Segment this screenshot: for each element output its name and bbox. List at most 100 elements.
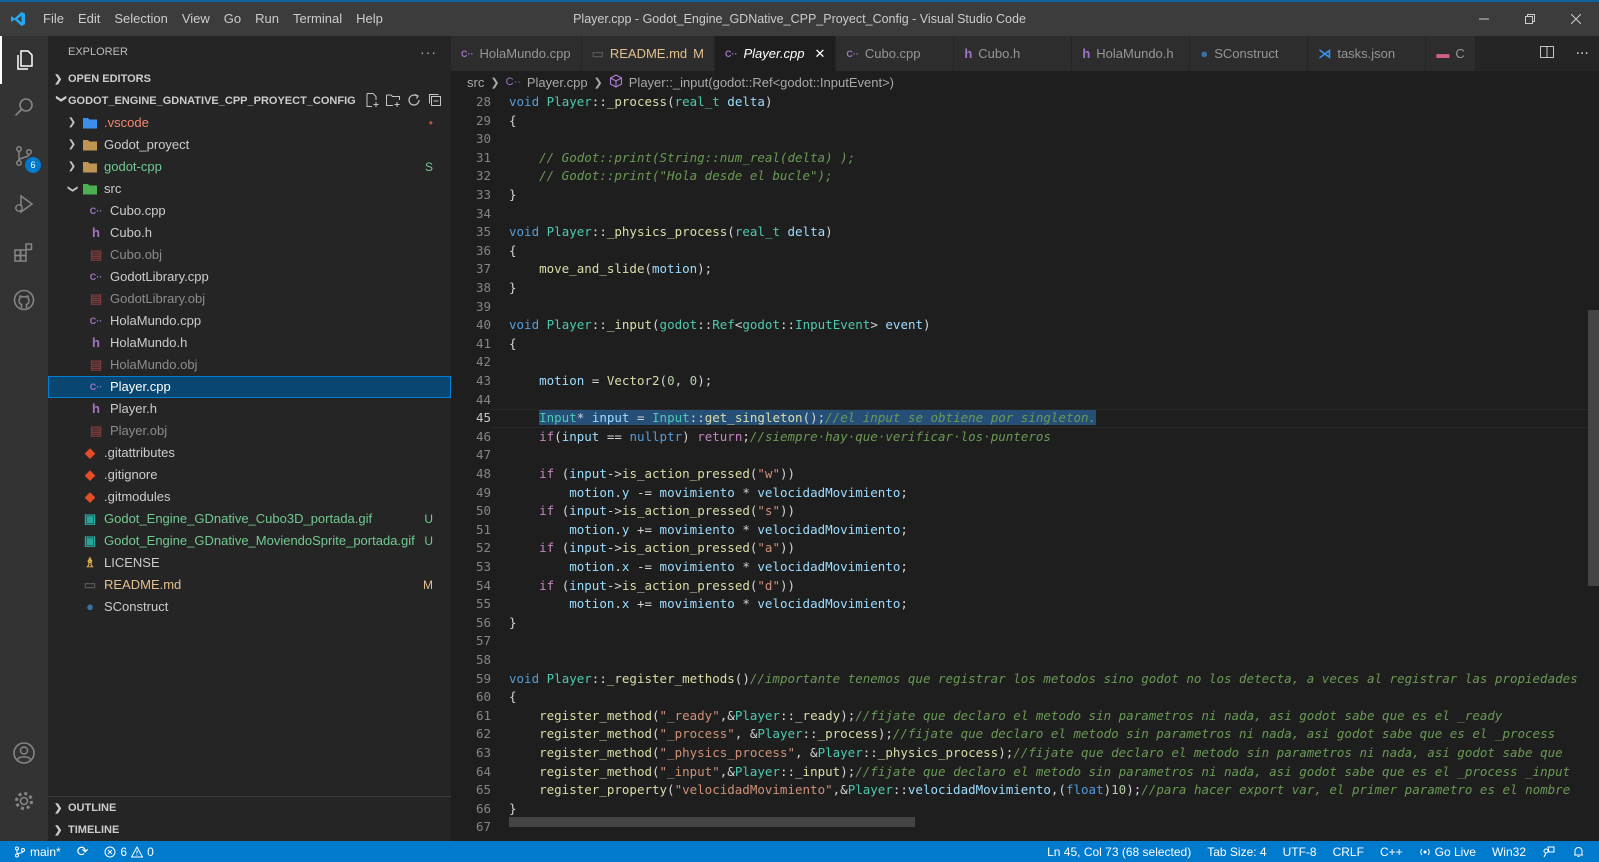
breadcrumb-file[interactable]: Player.cpp — [527, 75, 588, 90]
tree-item[interactable]: h Cubo.h — [48, 222, 451, 244]
encoding[interactable]: UTF-8 — [1275, 841, 1325, 862]
code-text: Input* input = Input::get_singleton();//… — [509, 409, 1097, 428]
code-token: motion — [569, 559, 615, 574]
run-debug-icon[interactable] — [0, 180, 48, 228]
tree-item[interactable]: ▣ Godot_Engine_GDnative_Cubo3D_portada.gi… — [48, 508, 451, 530]
code-text: } — [509, 614, 517, 633]
tree-item[interactable]: ♗ LICENSE — [48, 552, 451, 574]
code-line: 66} — [451, 800, 1599, 819]
tab-size[interactable]: Tab Size: 4 — [1199, 841, 1274, 862]
minimize-button[interactable] — [1461, 2, 1507, 36]
menu-terminal[interactable]: Terminal — [286, 2, 349, 36]
menu-run[interactable]: Run — [248, 2, 286, 36]
source-control-icon[interactable]: 6 — [0, 132, 48, 180]
tree-item[interactable]: ▤ HolaMundo.obj — [48, 354, 451, 376]
tree-item[interactable]: ● SConstruct — [48, 596, 451, 618]
close-window-button[interactable] — [1553, 2, 1599, 36]
more-actions-icon[interactable]: ··· — [1575, 46, 1588, 62]
new-file-icon[interactable] — [364, 92, 380, 111]
tree-item[interactable]: ▤ Cubo.obj — [48, 244, 451, 266]
gear-icon[interactable] — [0, 777, 48, 825]
refresh-icon[interactable] — [406, 92, 422, 111]
vertical-scrollbar[interactable] — [1587, 93, 1599, 841]
tree-item[interactable]: ▣ Godot_Engine_GDnative_MoviendoSprite_po… — [48, 530, 451, 552]
tree-item[interactable]: C·· Player.cpp — [48, 376, 451, 398]
split-editor-icon[interactable] — [1539, 44, 1555, 64]
line-number: 35 — [475, 224, 491, 240]
horizontal-scrollbar[interactable] — [509, 817, 915, 827]
menu-go[interactable]: Go — [217, 2, 248, 36]
cursor-position[interactable]: Ln 45, Col 73 (68 selected) — [1039, 841, 1199, 862]
timeline-section[interactable]: ❯ TIMELINE — [48, 819, 451, 841]
tab-readme-md[interactable]: ▭ README.md M — [581, 36, 715, 71]
tab-holamundo-h[interactable]: h HolaMundo.h — [1072, 36, 1191, 71]
tree-item[interactable]: ❯ godot-cpp S — [48, 156, 451, 178]
close-icon[interactable]: ✕ — [814, 46, 825, 62]
code-token: () — [734, 670, 750, 686]
tree-item[interactable]: C·· Cubo.cpp — [48, 200, 451, 222]
tree-item[interactable]: ▤ Player.obj — [48, 420, 451, 442]
outline-section[interactable]: ❯ OUTLINE — [48, 797, 451, 819]
code-token: velocidadMovimiento — [757, 521, 901, 537]
end-of-line[interactable]: CRLF — [1325, 841, 1372, 862]
tree-item[interactable]: ▤ GodotLibrary.obj — [48, 288, 451, 310]
sync-icon[interactable]: ⟳ — [69, 841, 97, 862]
tab-sconstruct[interactable]: ● SConstruct — [1190, 36, 1309, 71]
tab-cubo-cpp[interactable]: C·· Cubo.cpp — [836, 36, 955, 71]
new-folder-icon[interactable] — [385, 92, 401, 111]
tab-git-status: M — [693, 46, 704, 61]
menu-edit[interactable]: Edit — [71, 2, 107, 36]
account-icon[interactable] — [0, 729, 48, 777]
tree-item-label: HolaMundo.obj — [110, 357, 198, 372]
branch-indicator[interactable]: main* — [0, 841, 69, 862]
bell-icon[interactable] — [1564, 841, 1599, 862]
code-token: * — [734, 596, 758, 612]
breadcrumb-symbol[interactable]: Player::_input(godot::Ref<godot::InputEv… — [629, 75, 894, 90]
code-token: :: — [780, 317, 796, 333]
code-token: //el input se obtiene por singleton. — [825, 410, 1097, 426]
tree-item[interactable]: h HolaMundo.h — [48, 332, 451, 354]
tab-c[interactable]: ▬ C — [1426, 36, 1477, 71]
code-editor[interactable]: 28 void Player::_process(real_t delta) 29{… — [451, 93, 1599, 841]
code-token: "_physics_process" — [659, 745, 795, 760]
tree-item[interactable]: ◆ .gitignore — [48, 464, 451, 486]
go-live-button[interactable]: Go Live — [1411, 841, 1484, 862]
more-actions-icon[interactable]: ··· — [420, 44, 437, 60]
project-section[interactable]: ❯ GODOT_ENGINE_GDNATIVE_CPP_PROYECT_CONF… — [48, 90, 451, 112]
code-token: input — [591, 410, 630, 426]
feedback-icon[interactable] — [1534, 841, 1564, 862]
tree-item[interactable]: C·· GodotLibrary.cpp — [48, 266, 451, 288]
github-icon[interactable] — [0, 276, 48, 324]
extensions-icon[interactable] — [0, 228, 48, 276]
tree-item[interactable]: ▭ README.md M — [48, 574, 451, 596]
menu-selection[interactable]: Selection — [107, 2, 174, 36]
explorer-icon[interactable] — [0, 36, 48, 84]
tab-player-cpp[interactable]: C·· Player.cpp ✕ — [715, 36, 837, 71]
restore-button[interactable] — [1507, 2, 1553, 36]
scrollbar-thumb[interactable] — [1588, 310, 1599, 586]
tab-cubo-h[interactable]: h Cubo.h — [954, 36, 1073, 71]
tree-item[interactable]: ◆ .gitattributes — [48, 442, 451, 464]
breadcrumb-folder[interactable]: src — [467, 75, 484, 90]
tab-tasks-json[interactable]: ⋊ tasks.json — [1308, 36, 1427, 71]
problems-indicator[interactable]: 6 0 — [96, 841, 161, 862]
tree-item[interactable]: h Player.h — [48, 398, 451, 420]
menu-help[interactable]: Help — [349, 2, 390, 36]
tree-item[interactable]: ❯ Godot_proyect — [48, 134, 451, 156]
language-mode[interactable]: C++ — [1372, 841, 1411, 862]
menu-file[interactable]: File — [36, 2, 71, 36]
menu-view[interactable]: View — [175, 2, 217, 36]
tree-item[interactable]: ❯ src — [48, 178, 451, 200]
tab-holamundo-cpp[interactable]: C·· HolaMundo.cpp — [451, 36, 582, 71]
tree-item[interactable]: ◆ .gitmodules — [48, 486, 451, 508]
search-icon[interactable] — [0, 84, 48, 132]
platform[interactable]: Win32 — [1484, 841, 1534, 862]
open-editors-section[interactable]: ❯ OPEN EDITORS — [48, 68, 451, 90]
code-text: motion.x -= movimiento * velocidadMovimi… — [509, 558, 908, 577]
code-line: 39 — [451, 298, 1599, 317]
collapse-all-icon[interactable] — [427, 92, 443, 111]
tree-item[interactable]: ❯ .vscode • — [48, 112, 451, 134]
markdown-file-icon: ▭ — [591, 45, 604, 61]
tree-item[interactable]: C·· HolaMundo.cpp — [48, 310, 451, 332]
